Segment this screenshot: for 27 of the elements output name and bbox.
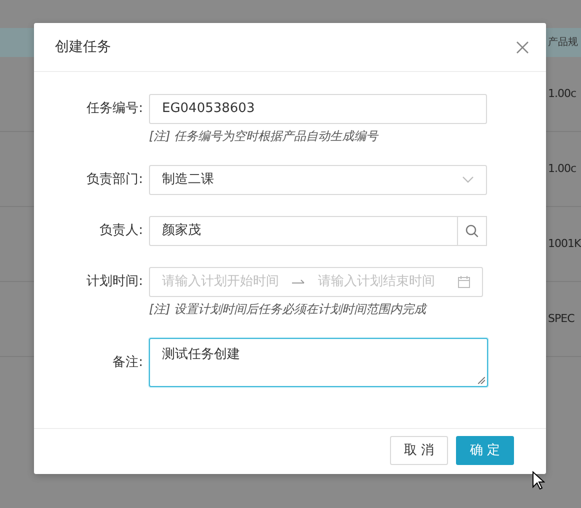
search-button[interactable] — [458, 216, 487, 246]
column-header: 产品规 — [548, 36, 579, 50]
start-placeholder: 请输入计划开始时间 — [162, 273, 280, 292]
calendar-icon — [458, 276, 470, 288]
close-icon — [516, 40, 528, 54]
arrow-right-icon — [292, 279, 306, 285]
input-field[interactable]: 颜家茂 — [149, 216, 458, 246]
dialog-title: 创建任务 — [55, 38, 111, 56]
field-label: 计划时间: — [86, 273, 144, 292]
textarea-field[interactable]: 测试任务创建 — [149, 338, 488, 387]
table-cell-text: 1.00c — [548, 160, 578, 177]
resize-grip-icon — [478, 377, 485, 384]
table-cell-text: 1001K — [548, 236, 581, 252]
table-cell-text: SPEC — [548, 310, 576, 327]
input-field[interactable]: EG040538603 — [149, 94, 487, 124]
field-note: [注] 设置计划时间后任务必须在计划时间范围内完成 — [149, 302, 428, 317]
field-note: [注] 任务编号为空时根据产品自动生成编号 — [149, 129, 380, 144]
cancel-button[interactable]: 取 消 — [390, 436, 448, 465]
search-icon — [465, 224, 479, 238]
chevron-down-icon — [462, 176, 474, 184]
end-placeholder: 请输入计划结束时间 — [318, 273, 436, 292]
field-label: 负责人: — [98, 222, 144, 240]
table-cell-text: 1.00c — [548, 86, 578, 102]
field-label: 备注: — [112, 354, 144, 372]
field-label: 负责部门: — [86, 171, 144, 190]
select-field[interactable]: 制造二课 — [149, 165, 487, 195]
field-label: 任务编号: — [86, 100, 144, 118]
